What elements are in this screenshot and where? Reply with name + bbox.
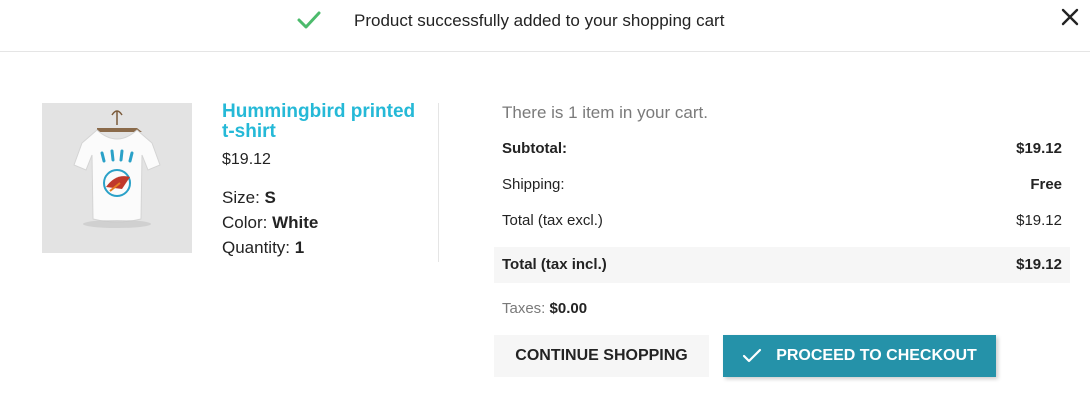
product-color: Color: White <box>222 213 318 233</box>
product-price: $19.12 <box>222 151 271 168</box>
shipping-label: Shipping: <box>502 176 565 193</box>
total-incl-value: $19.12 <box>1016 256 1062 273</box>
modal-header: Product successfully added to your shopp… <box>0 0 1090 52</box>
confirmation-message: Product successfully added to your shopp… <box>354 11 725 30</box>
proceed-to-checkout-button[interactable]: Proceed to checkout <box>723 335 996 377</box>
product-size: Size: S <box>222 188 276 208</box>
subtotal-label: Subtotal: <box>502 140 567 157</box>
proceed-to-checkout-label: Proceed to checkout <box>776 347 977 364</box>
subtotal-value: $19.12 <box>1016 140 1062 157</box>
taxes-value: $0.00 <box>549 300 588 317</box>
taxes-row: Taxes: $0.00 <box>502 300 587 317</box>
total-excl-label: Total (tax excl.) <box>502 212 603 229</box>
product-name[interactable]: Hummingbird printed t-shirt <box>222 102 432 142</box>
quantity-value: 1 <box>294 238 305 257</box>
total-incl-row: Total (tax incl.) $19.12 <box>494 247 1070 283</box>
product-image <box>42 103 192 253</box>
product-quantity: Quantity: 1 <box>222 238 304 258</box>
continue-shopping-label: Continue shopping <box>515 347 688 364</box>
close-icon[interactable] <box>1058 5 1082 29</box>
total-incl-label: Total (tax incl.) <box>502 256 607 273</box>
shipping-value: Free <box>1030 176 1062 193</box>
color-label: Color: <box>222 213 268 232</box>
total-excl-value: $19.12 <box>1016 212 1062 229</box>
cart-item-count: There is 1 item in your cart. <box>502 103 708 122</box>
quantity-label: Quantity: <box>222 238 291 257</box>
tshirt-image <box>42 103 192 253</box>
size-value: S <box>264 188 276 207</box>
size-label: Size: <box>222 188 260 207</box>
color-value: White <box>272 213 319 232</box>
taxes-label: Taxes: <box>502 300 546 317</box>
continue-shopping-button[interactable]: Continue shopping <box>494 335 709 377</box>
vertical-divider <box>438 103 439 262</box>
check-icon <box>743 348 762 363</box>
success-check-icon <box>297 11 321 29</box>
